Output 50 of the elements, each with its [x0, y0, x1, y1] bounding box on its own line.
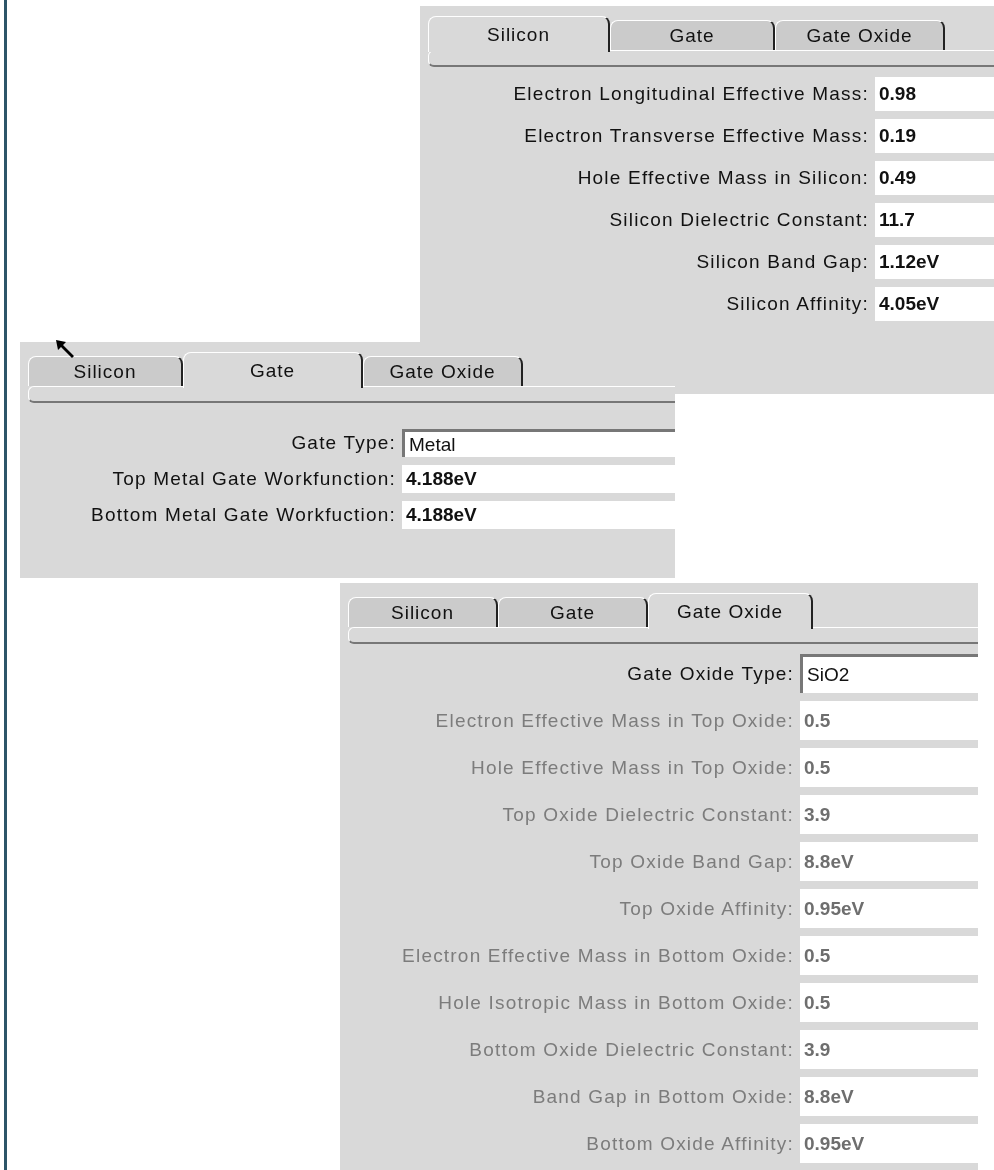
- field-label: Band Gap in Bottom Oxide:: [531, 1085, 795, 1108]
- value-field[interactable]: 4.188eV: [402, 465, 675, 493]
- field-label: Gate Oxide Type:: [626, 662, 795, 685]
- field-label: Electron Transverse Effective Mass:: [523, 125, 870, 147]
- value-field: 3.9: [800, 1030, 978, 1069]
- tab[interactable]: Gate: [610, 20, 775, 50]
- tab[interactable]: Silicon: [348, 597, 498, 627]
- value-field[interactable]: 0.19: [875, 119, 994, 153]
- value-field[interactable]: 0.49: [875, 161, 994, 195]
- input-field[interactable]: SiO2: [800, 654, 978, 693]
- value-field[interactable]: 11.7: [875, 203, 994, 237]
- tab[interactable]: Gate Oxide: [648, 593, 813, 629]
- tab[interactable]: Gate Oxide: [363, 356, 523, 386]
- field-label: Hole Effective Mass in Silicon:: [576, 167, 870, 189]
- tab[interactable]: Gate Oxide: [775, 20, 945, 50]
- value-field[interactable]: 1.12eV: [875, 245, 994, 279]
- input-field[interactable]: Metal: [402, 429, 675, 457]
- value-field: 8.8eV: [800, 842, 978, 881]
- value-field: 0.5: [800, 983, 978, 1022]
- field-label: Hole Isotropic Mass in Bottom Oxide:: [437, 991, 795, 1014]
- value-field: 8.8eV: [800, 1077, 978, 1116]
- field-label: Electron Effective Mass in Top Oxide:: [434, 709, 795, 732]
- tab[interactable]: Silicon: [28, 356, 183, 386]
- field-label: Bottom Metal Gate Workfuction:: [90, 504, 397, 526]
- value-field: 0.5: [800, 936, 978, 975]
- value-field[interactable]: 0.98: [875, 77, 994, 111]
- value-field: 0.5: [800, 701, 978, 740]
- field-label: Bottom Oxide Affinity:: [585, 1132, 795, 1155]
- field-label: Top Metal Gate Workfunction:: [111, 468, 397, 490]
- field-label: Gate Type:: [290, 432, 397, 454]
- value-field[interactable]: 4.05eV: [875, 287, 994, 321]
- field-label: Electron Effective Mass in Bottom Oxide:: [401, 944, 795, 967]
- field-label: Hole Effective Mass in Top Oxide:: [470, 756, 795, 779]
- tab[interactable]: Gate: [183, 352, 363, 388]
- cursor-icon: [54, 338, 76, 360]
- field-label: Silicon Dielectric Constant:: [608, 209, 870, 231]
- field-label: Top Oxide Band Gap:: [588, 850, 795, 873]
- field-label: Silicon Band Gap:: [695, 251, 870, 273]
- field-label: Electron Longitudinal Effective Mass:: [512, 83, 870, 105]
- field-label: Bottom Oxide Dielectric Constant:: [468, 1038, 795, 1061]
- tab[interactable]: Gate: [498, 597, 648, 627]
- field-label: Silicon Affinity:: [725, 293, 870, 315]
- field-label: Top Oxide Affinity:: [618, 897, 795, 920]
- value-field: 0.95eV: [800, 889, 978, 928]
- value-field: 3.9: [800, 795, 978, 834]
- tab[interactable]: Silicon: [428, 16, 610, 52]
- value-field[interactable]: 4.188eV: [402, 501, 675, 529]
- value-field: 0.95eV: [800, 1124, 978, 1163]
- field-label: Top Oxide Dielectric Constant:: [501, 803, 795, 826]
- value-field: 0.5: [800, 748, 978, 787]
